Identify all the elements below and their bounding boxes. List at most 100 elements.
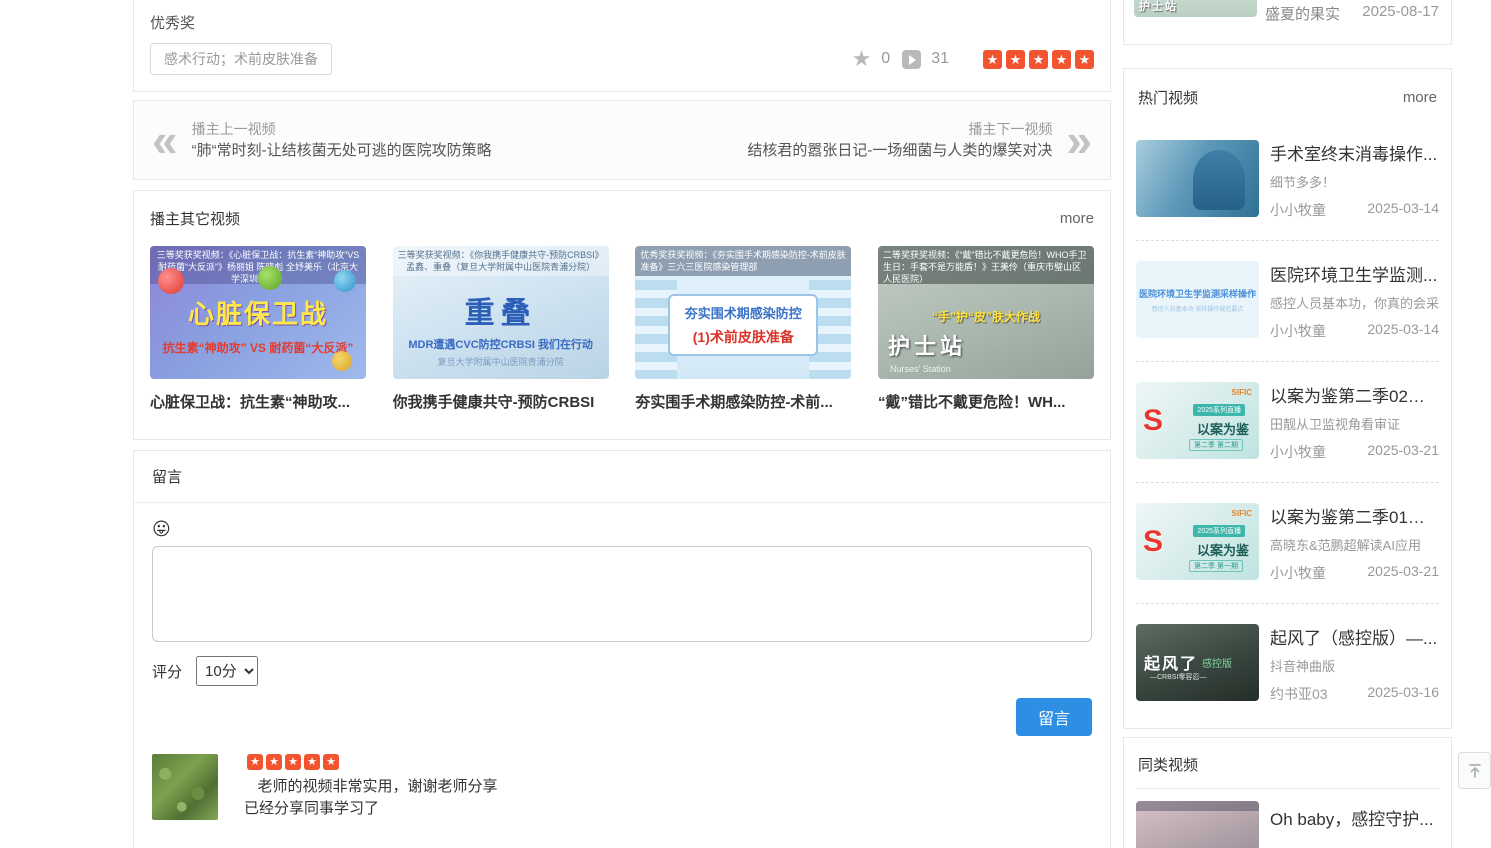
- video-title[interactable]: 医院环境卫生学监测...: [1270, 261, 1439, 286]
- germ-icon: [332, 351, 352, 371]
- video-card: 三等奖获奖视频：《心脏保卫战：抗生素“神助攻”VS耐药菌“大反派”》杨丽姐 陈晓…: [150, 246, 366, 412]
- star-icon: ★: [247, 754, 263, 770]
- video-thumbnail[interactable]: S SIFIC 2025系列直播 以案为鉴 第二季 第二期: [1136, 382, 1259, 459]
- similar-video-item[interactable]: Oh baby，感控守护...: [1136, 789, 1439, 848]
- star-icon: ★: [983, 50, 1002, 69]
- video-title[interactable]: 起风了（感控版）—...: [1270, 624, 1439, 649]
- sidebar-partial-item[interactable]: 护士站 盛夏的果实 2025-08-17: [1123, 0, 1452, 45]
- commenter-avatar: [152, 754, 218, 820]
- prev-video-link[interactable]: 播主上一视频 “肺“常时刻-让结核菌无处可逃的医院攻防策略: [192, 119, 492, 162]
- star-icon: ★: [1006, 50, 1025, 69]
- star-icon: ★: [304, 754, 320, 770]
- hot-video-item[interactable]: S SIFIC 2025系列直播 以案为鉴 第二季 第二期 以案为鉴第二季02：…: [1136, 362, 1439, 483]
- emoji-picker-button[interactable]: 😛: [152, 519, 171, 539]
- award-topic-tag[interactable]: 感术行动；术前皮肤准备: [150, 43, 332, 75]
- section-title: 热门视频: [1138, 87, 1198, 108]
- hot-video-item[interactable]: 医院环境卫生学监测采样操作 感控人员基本功 采样操作规范要点 医院环境卫生学监测…: [1136, 241, 1439, 362]
- hot-videos-section: 热门视频 more 手术室终末消毒操作... 细节多多！ 小小牧童 2025-0…: [1123, 68, 1452, 729]
- favorite-count: 0: [881, 50, 890, 68]
- video-title[interactable]: 你我携手健康共守-预防CRBSI: [393, 391, 609, 412]
- video-stats: ★ 0 31 ★★★★★: [852, 49, 1094, 69]
- video-card: 夯实围术期感染防控 (1)术前皮肤准备 优秀奖获奖视频：《夯实围手术期感染防控-…: [635, 246, 851, 412]
- award-title: 优秀奖: [150, 12, 1094, 33]
- arrow-up-to-bar-icon: [1466, 762, 1484, 780]
- video-title[interactable]: “戴”错比不戴更危险！WH...: [878, 391, 1094, 412]
- video-author[interactable]: 小小牧童: [1270, 442, 1326, 462]
- thumbnail-main-text: 重叠: [393, 288, 609, 332]
- comment-text: 老师的视频非常实用，谢谢老师分享: [244, 776, 498, 798]
- next-video-label: 播主下一视频: [747, 119, 1052, 140]
- video-thumbnail[interactable]: [1136, 801, 1259, 848]
- video-author[interactable]: 小小牧童: [1270, 200, 1326, 220]
- thumbnail-main-text: 心脏保卫战: [150, 294, 366, 331]
- video-title[interactable]: 夯实围手术期感染防控-术前...: [635, 391, 851, 412]
- thumbnail-main-text: 以案为鉴: [1197, 419, 1249, 438]
- next-video-link[interactable]: 播主下一视频 结核君的嚣张日记-一场细菌与人类的爆笑对决: [747, 119, 1052, 162]
- video-thumbnail[interactable]: 三等奖获奖视频：《你我携手健康共守-预防CRBSI》孟鑫、重叠（复旦大学附属中山…: [393, 246, 609, 379]
- video-thumbnail[interactable]: 医院环境卫生学监测采样操作 感控人员基本功 采样操作规范要点: [1136, 261, 1259, 338]
- video-date: 2025-03-16: [1367, 684, 1439, 704]
- comments-title: 留言: [134, 451, 1110, 503]
- thumbnail-main-text: 起风了: [1144, 650, 1198, 674]
- thumbnail-season-badge: 第二季 第一期: [1189, 560, 1243, 572]
- germ-icon: [334, 270, 356, 292]
- play-count-icon: [902, 50, 921, 69]
- rating-select[interactable]: 10分: [196, 656, 258, 686]
- video-author[interactable]: 盛夏的果实: [1265, 3, 1340, 24]
- thumbnail-sub-text: MDR遭遇CVC防控CRBSI 我们在行动: [393, 336, 609, 352]
- sific-logo: SIFIC: [1232, 509, 1252, 518]
- video-title[interactable]: 以案为鉴第二季01：...: [1270, 503, 1439, 528]
- star-icon: ★: [323, 754, 339, 770]
- video-thumbnail[interactable]: [1136, 140, 1259, 217]
- more-link[interactable]: more: [1403, 89, 1437, 106]
- video-author[interactable]: 约书亚03: [1270, 684, 1328, 704]
- thumbnail-main-text: 护士站: [1139, 0, 1178, 14]
- video-date: 2025-03-21: [1367, 563, 1439, 583]
- video-thumbnail[interactable]: 起风了 感控版 —CRBSI零容忍—: [1136, 624, 1259, 701]
- thumbnail-main-text: 以案为鉴: [1197, 540, 1249, 559]
- thumbnail-main-text: 护士站: [888, 329, 966, 361]
- back-to-top-button[interactable]: [1458, 752, 1491, 789]
- comment-text: 已经分享同事学习了: [244, 798, 498, 820]
- thumbnail-main-text: 医院环境卫生学监测采样操作: [1136, 287, 1259, 300]
- video-detail-page: 优秀奖 感术行动；术前皮肤准备 ★ 0 31 ★★★★★ « 播主上一视频 “肺: [0, 0, 1491, 848]
- player-navigation: « 播主上一视频 “肺“常时刻-让结核菌无处可逃的医院攻防策略 播主下一视频 结…: [133, 100, 1111, 180]
- more-link[interactable]: more: [1060, 210, 1094, 227]
- video-author[interactable]: 小小牧童: [1270, 563, 1326, 583]
- hot-video-item[interactable]: S SIFIC 2025系列直播 以案为鉴 第二季 第一期 以案为鉴第二季01：…: [1136, 483, 1439, 604]
- thumbnail-sub-text: 复旦大学附属中山医院青浦分院: [393, 355, 609, 368]
- double-chevron-left-icon: «: [152, 120, 178, 160]
- thumbnail-sub-text: —CRBSI零容忍—: [1150, 672, 1206, 682]
- thumbnail-overlay-text: 二等奖获奖视频：《“戴”错比不戴更危险！WHO手卫生日：手套不是万能盾！》王美伶…: [878, 246, 1094, 284]
- thumbnail-mid-text: “手”护“皮”肤大作战: [878, 308, 1094, 325]
- video-thumbnail[interactable]: 二等奖获奖视频：《“戴”错比不戴更危险！WHO手卫生日：手套不是万能盾！》王美伶…: [878, 246, 1094, 379]
- hot-video-item[interactable]: 起风了 感控版 —CRBSI零容忍— 起风了（感控版）—... 抖音神曲版 约书…: [1136, 604, 1439, 724]
- broadcaster-other-videos: 播主其它视频 more 三等奖获奖视频：《心脏保卫战：抗生素“神助攻”VS耐药菌…: [133, 190, 1111, 440]
- section-title: 播主其它视频: [150, 208, 240, 229]
- main-column: 优秀奖 感术行动；术前皮肤准备 ★ 0 31 ★★★★★ « 播主上一视频 “肺: [133, 0, 1111, 848]
- video-title[interactable]: Oh baby，感控守护...: [1270, 805, 1433, 830]
- video-date: 2025-03-21: [1367, 442, 1439, 462]
- video-thumbnail[interactable]: 夯实围术期感染防控 (1)术前皮肤准备 优秀奖获奖视频：《夯实围手术期感染防控-…: [635, 246, 851, 379]
- thumbnail-badge: 2025系列直播: [1193, 404, 1245, 416]
- germ-icon: [158, 268, 184, 294]
- submit-comment-button[interactable]: 留言: [1016, 698, 1092, 736]
- germ-icon: [258, 266, 282, 290]
- favorite-star-icon[interactable]: ★: [852, 49, 872, 69]
- comments-section: 留言 😛 评分 10分 留言 ★★★★★: [133, 450, 1111, 848]
- comment-rating-stars: ★★★★★: [244, 754, 498, 770]
- hot-video-item[interactable]: 手术室终末消毒操作... 细节多多！ 小小牧童 2025-03-14: [1136, 120, 1439, 241]
- video-author[interactable]: 小小牧童: [1270, 321, 1326, 341]
- video-thumbnail[interactable]: 三等奖获奖视频：《心脏保卫战：抗生素“神助攻”VS耐药菌“大反派”》杨丽姐 陈晓…: [150, 246, 366, 379]
- video-thumbnail[interactable]: 护士站: [1134, 0, 1257, 17]
- video-title[interactable]: 心脏保卫战：抗生素“神助攻...: [150, 391, 366, 412]
- sidebar: 护士站 盛夏的果实 2025-08-17 热门视频 more 手术室终末消毒操作…: [1123, 0, 1452, 848]
- video-title[interactable]: 手术室终末消毒操作...: [1270, 140, 1439, 165]
- thumbnail-sub-text: Nurses' Station: [890, 364, 951, 374]
- video-card: 二等奖获奖视频：《“戴”错比不戴更危险！WHO手卫生日：手套不是万能盾！》王美伶…: [878, 246, 1094, 412]
- video-title[interactable]: 以案为鉴第二季02：...: [1270, 382, 1439, 407]
- comment-input[interactable]: [152, 546, 1092, 642]
- thumbnail-overlay-text: 三等奖获奖视频：《你我携手健康共守-预防CRBSI》孟鑫、重叠（复旦大学附属中山…: [393, 246, 609, 276]
- video-thumbnail[interactable]: S SIFIC 2025系列直播 以案为鉴 第二季 第一期: [1136, 503, 1259, 580]
- rating-stars: ★★★★★: [979, 50, 1094, 69]
